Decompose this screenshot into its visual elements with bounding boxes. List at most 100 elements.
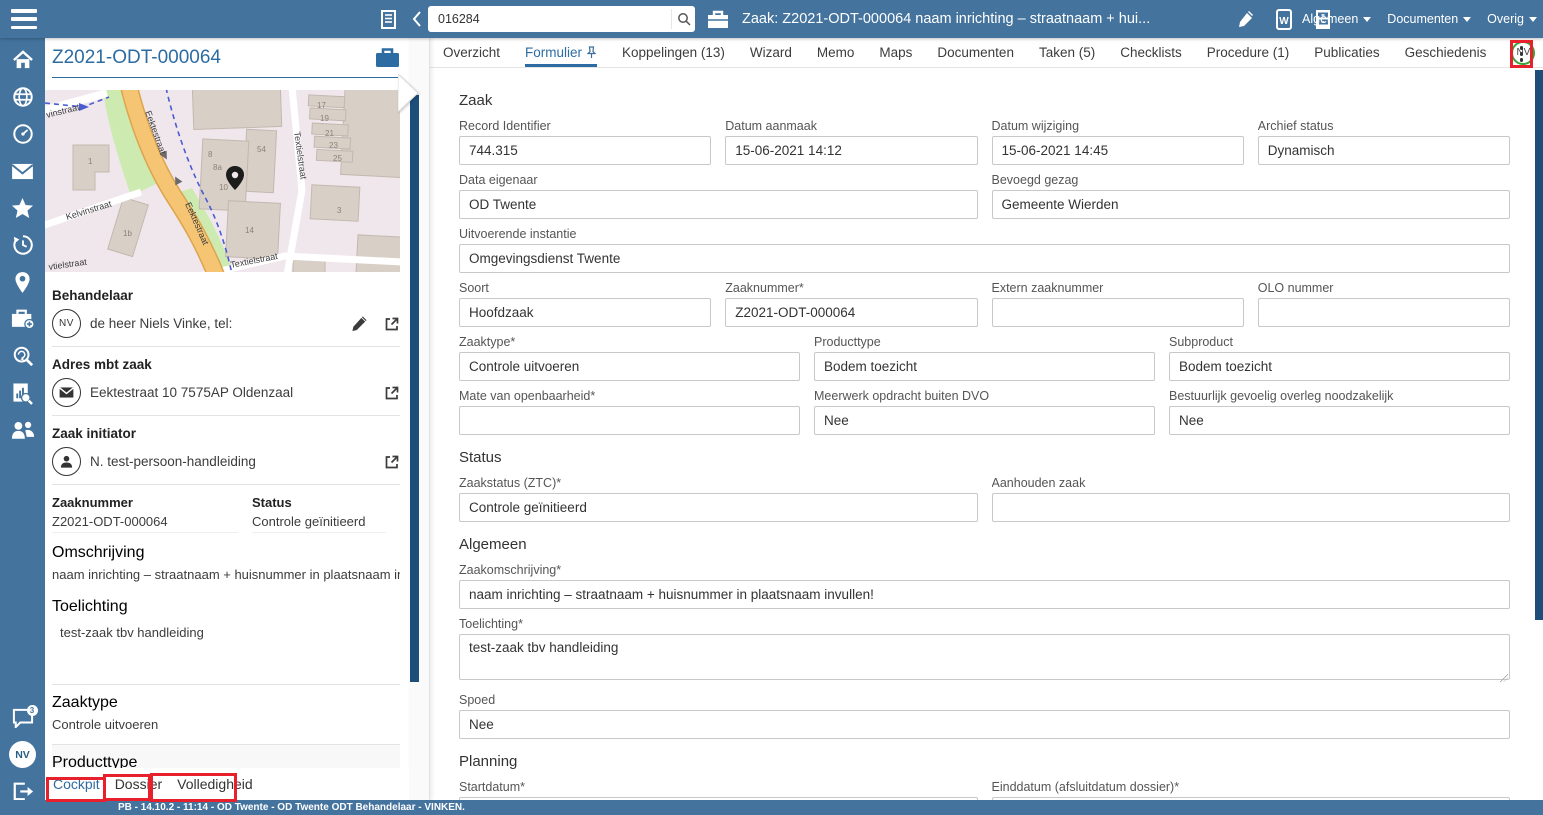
search-icon[interactable] — [671, 9, 695, 29]
panel-collapse-arrow-icon[interactable] — [398, 74, 420, 112]
panel-scrollbar[interactable] — [410, 95, 419, 682]
tab-overzicht[interactable]: Overzicht — [443, 38, 500, 67]
map-number: 14 — [245, 226, 254, 235]
datum-wijziging-input[interactable] — [992, 136, 1244, 165]
bevoegd-gezag-input[interactable] — [992, 190, 1511, 219]
dashboard-gauge-icon[interactable] — [11, 122, 35, 146]
open-external-icon[interactable] — [384, 316, 400, 332]
field-label: Meerwerk opdracht buiten DVO — [814, 389, 1155, 403]
tab-memo[interactable]: Memo — [817, 38, 855, 67]
status-value: Controle geïnitieerd — [252, 514, 386, 533]
search-input[interactable] — [428, 12, 671, 26]
zaakomschrijving-input[interactable] — [459, 580, 1510, 609]
bestuurlijk-gevoelig-input[interactable] — [1169, 406, 1510, 435]
search-again-icon[interactable] — [11, 344, 35, 368]
field-zaaktype: Zaaktype* — [459, 335, 800, 381]
case-summary-panel: Z2021-ODT-000064 — [45, 38, 430, 800]
menu-overig[interactable]: Overig — [1487, 12, 1537, 26]
soort-input[interactable] — [459, 298, 711, 327]
field-label: Datum wijziging — [992, 119, 1244, 133]
favorites-star-icon[interactable] — [11, 196, 35, 220]
tab-label: Memo — [817, 45, 855, 60]
menu-documenten[interactable]: Documenten — [1387, 12, 1471, 26]
mate-openbaarheid-input[interactable] — [459, 406, 800, 435]
zaaknummer-input[interactable] — [725, 298, 977, 327]
kebab-menu-button[interactable] — [1510, 40, 1533, 68]
mail-icon[interactable] — [11, 159, 35, 183]
tab-wizard[interactable]: Wizard — [750, 38, 792, 67]
edit-pencil-icon[interactable] — [351, 315, 368, 332]
panel-tab-volledigheid[interactable]: Volledigheid — [177, 776, 253, 792]
spoed-input[interactable] — [459, 710, 1510, 739]
tab-documenten[interactable]: Documenten — [937, 38, 1014, 67]
field-zaakstatus: Zaakstatus (ZTC)* — [459, 476, 978, 522]
status-bar-text: PB - 14.10.2 - 11:14 - OD Twente - OD Tw… — [118, 802, 465, 813]
toelichting-label: Toelichting — [52, 598, 400, 616]
field-uitvoerende-instantie: Uitvoerende instantie — [459, 227, 1510, 273]
subproduct-input[interactable] — [1169, 352, 1510, 381]
tab-label: Wizard — [750, 45, 792, 60]
field-label: Mate van openbaarheid* — [459, 389, 800, 403]
open-external-icon[interactable] — [384, 385, 400, 401]
history-clock-icon[interactable] — [11, 233, 35, 257]
back-chevron-icon[interactable] — [404, 6, 430, 32]
zaaktype-input[interactable] — [459, 352, 800, 381]
case-title: Zaak: Z2021-ODT-000064 naam inrichting –… — [742, 11, 1150, 27]
zaaktype-value: Controle uitvoeren — [52, 717, 400, 736]
field-bevoegd-gezag: Bevoegd gezag — [992, 173, 1511, 219]
case-location-map[interactable]: Eektestraat Eektestraat Kelvinstraat vin… — [45, 90, 400, 272]
tab-geschiedenis[interactable]: Geschiedenis — [1405, 38, 1487, 67]
uitvoerende-instantie-input[interactable] — [459, 244, 1510, 273]
archief-status-input[interactable] — [1258, 136, 1510, 165]
location-pin-icon[interactable] — [11, 270, 35, 294]
toelichting-section: Toelichting test-zaak tbv handleiding — [52, 589, 400, 685]
edit-pencil-icon[interactable] — [1232, 6, 1258, 32]
panel-tab-cockpit[interactable]: Cockpit — [53, 776, 100, 792]
panel-tab-dossier[interactable]: Dossier — [115, 776, 162, 792]
tab-procedure[interactable]: Procedure (1) — [1207, 38, 1290, 67]
producttype-input[interactable] — [814, 352, 1155, 381]
data-eigenaar-input[interactable] — [459, 190, 978, 219]
zaakstatus-input[interactable] — [459, 493, 978, 522]
tab-label: Formulier — [525, 45, 582, 60]
tab-maps[interactable]: Maps — [879, 38, 912, 67]
tab-formulier[interactable]: Formulier — [525, 38, 597, 67]
report-search-icon[interactable] — [11, 381, 35, 405]
left-icon-rail: 3 NV — [0, 38, 45, 815]
home-icon[interactable] — [11, 48, 35, 72]
tab-publicaties[interactable]: Publicaties — [1314, 38, 1379, 67]
chat-messages-icon[interactable]: 3 — [11, 706, 35, 730]
new-case-briefcase-icon[interactable] — [11, 307, 35, 331]
olo-nummer-input[interactable] — [1258, 298, 1510, 327]
main-scrollbar[interactable] — [1535, 70, 1543, 620]
person-icon — [52, 447, 81, 476]
tab-koppelingen[interactable]: Koppelingen (13) — [622, 38, 725, 67]
status-bar: PB - 14.10.2 - 11:14 - OD Twente - OD Tw… — [0, 800, 1543, 815]
extern-zaaknummer-input[interactable] — [992, 298, 1244, 327]
hamburger-menu-icon[interactable] — [11, 9, 37, 29]
tab-label: Overzicht — [443, 45, 500, 60]
tab-checklists[interactable]: Checklists — [1120, 38, 1182, 67]
datum-aanmaak-input[interactable] — [725, 136, 977, 165]
record-identifier-input[interactable] — [459, 136, 711, 165]
meerwerk-dvo-input[interactable] — [814, 406, 1155, 435]
tab-label: Taken (5) — [1039, 45, 1095, 60]
tab-taken[interactable]: Taken (5) — [1039, 38, 1095, 67]
open-external-icon[interactable] — [384, 454, 400, 470]
omschrijving-label: Omschrijving — [52, 544, 400, 562]
globe-icon[interactable] — [11, 85, 35, 109]
word-document-icon[interactable]: W — [1271, 6, 1297, 32]
section-heading-status: Status — [459, 449, 1510, 466]
users-icon[interactable] — [11, 418, 35, 442]
aanhouden-zaak-input[interactable] — [992, 493, 1511, 522]
user-avatar[interactable]: NV — [9, 741, 36, 768]
tab-label: Maps — [879, 45, 912, 60]
field-label: Extern zaaknummer — [992, 281, 1244, 295]
map-number: 8a — [213, 163, 222, 172]
field-label: Archief status — [1258, 119, 1510, 133]
menu-algemeen[interactable]: Algemeen — [1302, 12, 1371, 26]
case-briefcase-icon[interactable] — [375, 48, 400, 67]
toelichting-textarea[interactable]: test-zaak tbv handleiding — [459, 634, 1510, 680]
case-list-icon[interactable] — [376, 6, 402, 32]
field-meerwerk-dvo: Meerwerk opdracht buiten DVO — [814, 389, 1155, 435]
